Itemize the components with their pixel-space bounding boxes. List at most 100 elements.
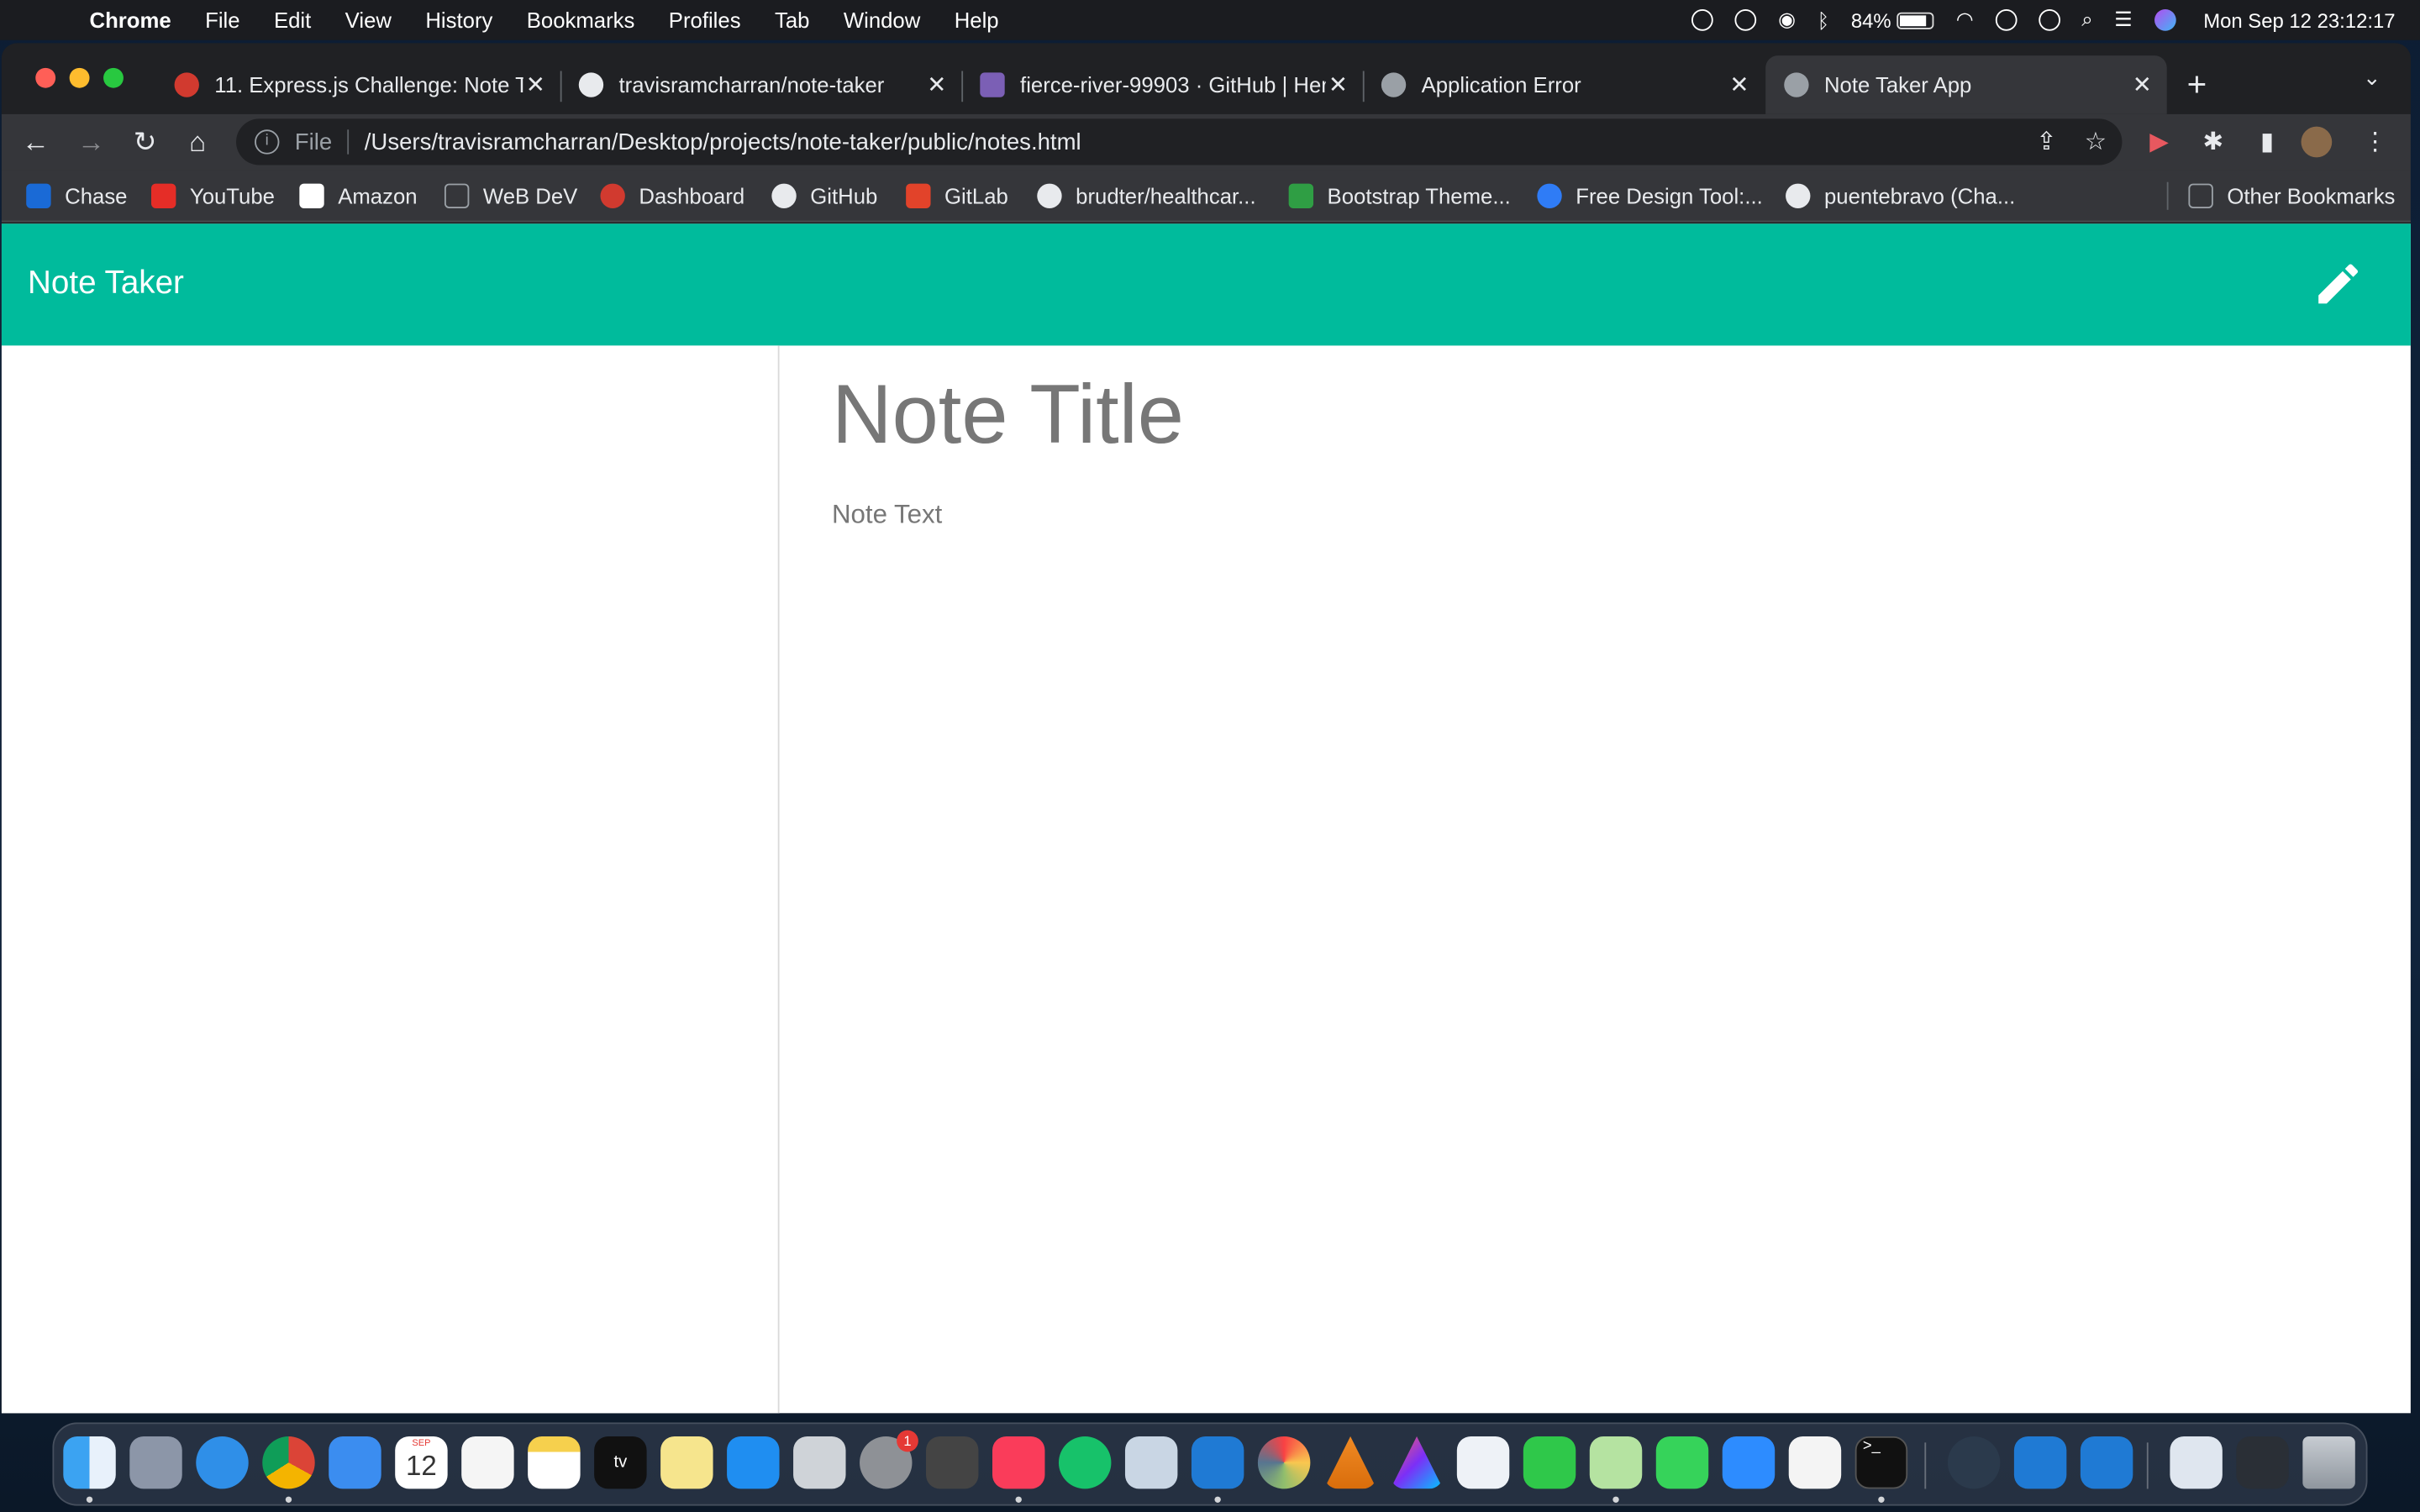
find-my-icon[interactable] xyxy=(1058,1436,1112,1489)
tab-note-taker-app[interactable]: Note Taker App ✕ xyxy=(1765,55,2167,114)
vscode-window-icon[interactable] xyxy=(2080,1436,2133,1489)
profile-avatar[interactable] xyxy=(2301,126,2333,158)
accessibility-status-icon[interactable] xyxy=(1734,9,1757,31)
screenshots-stack-icon[interactable] xyxy=(2236,1436,2289,1489)
slack-icon[interactable] xyxy=(1788,1436,1842,1489)
calculator-icon[interactable] xyxy=(793,1436,846,1489)
messages-icon[interactable] xyxy=(1655,1436,1709,1489)
bookmark-folder-web-dev[interactable]: WeB DeV xyxy=(444,183,577,208)
bookmark-github[interactable]: GitHub xyxy=(771,183,877,208)
minimize-window-button[interactable] xyxy=(69,67,90,88)
bookmark-dashboard[interactable]: Dashboard xyxy=(600,183,744,208)
extension-icon[interactable]: ▶ xyxy=(2144,127,2175,158)
menu-chrome[interactable]: Chrome xyxy=(90,8,171,32)
bookmark-youtube[interactable]: YouTube xyxy=(150,183,275,208)
close-tab-icon[interactable]: ✕ xyxy=(1727,71,1751,98)
user-status-icon[interactable] xyxy=(1995,9,2018,31)
reminders-icon[interactable] xyxy=(461,1436,514,1489)
menu-window[interactable]: Window xyxy=(844,8,920,32)
bookmark-star-icon[interactable]: ☆ xyxy=(2085,127,2107,158)
extensions-puzzle-icon[interactable]: ✱ xyxy=(2197,127,2228,158)
new-tab-icon[interactable]: + xyxy=(2187,65,2207,105)
siri-icon[interactable] xyxy=(2154,9,2176,31)
share-icon[interactable]: ⇪ xyxy=(2036,127,2057,158)
photos-icon[interactable] xyxy=(1257,1436,1311,1489)
app-store-icon[interactable] xyxy=(727,1436,780,1489)
downloads-stack-icon[interactable] xyxy=(2170,1436,2223,1489)
reload-icon[interactable]: ↻ xyxy=(127,123,164,160)
menu-history[interactable]: History xyxy=(425,8,492,32)
prism-icon[interactable] xyxy=(1390,1436,1444,1489)
trash-icon[interactable] xyxy=(2302,1436,2355,1489)
bookmark-puentebravo[interactable]: puentebravo (Cha... xyxy=(1786,183,2015,208)
bookmark-chase[interactable]: Chase xyxy=(26,183,127,208)
address-bar[interactable]: i File /Users/travisramcharran/Desktop/p… xyxy=(236,118,2123,165)
mail-icon[interactable] xyxy=(329,1436,381,1489)
tab-heroku[interactable]: fierce-river-99903 · GitHub | Heroku ✕ xyxy=(961,55,1363,114)
bookmark-amazon[interactable]: Amazon xyxy=(299,183,418,208)
vlc-icon[interactable] xyxy=(1323,1436,1377,1489)
vscode-window-icon[interactable] xyxy=(2013,1436,2067,1489)
bookmark-bootstrap-themes[interactable]: Bootstrap Theme... xyxy=(1288,183,1511,208)
new-note-pencil-icon[interactable] xyxy=(2312,258,2364,310)
bookmark-folder-other[interactable]: Other Bookmarks xyxy=(2188,183,2395,208)
notes-icon[interactable] xyxy=(528,1436,581,1489)
preview-icon[interactable] xyxy=(1124,1436,1178,1489)
close-tab-icon[interactable]: ✕ xyxy=(2130,71,2154,98)
calendar-icon[interactable]: SEP 12 xyxy=(395,1436,448,1489)
tab-github-note-taker[interactable]: travisramcharran/note-taker ✕ xyxy=(560,55,962,114)
tab-application-error[interactable]: Application Error ✕ xyxy=(1363,55,1765,114)
site-info-icon[interactable]: i xyxy=(255,129,280,155)
bookmark-free-design-tool[interactable]: Free Design Tool:... xyxy=(1537,183,1763,208)
back-arrow-icon[interactable]: ← xyxy=(17,123,54,160)
home-icon[interactable]: ⌂ xyxy=(179,123,216,160)
tab-search-chevron-icon[interactable]: ⌄ xyxy=(2363,65,2381,91)
menu-tab[interactable]: Tab xyxy=(775,8,809,32)
stickies-icon[interactable] xyxy=(660,1436,713,1489)
close-tab-icon[interactable]: ✕ xyxy=(924,71,949,98)
url-text[interactable]: /Users/travisramcharran/Desktop/projects… xyxy=(365,129,1081,155)
quicktime-icon[interactable] xyxy=(1947,1436,2001,1489)
launchpad-icon[interactable] xyxy=(129,1436,182,1489)
safari-icon[interactable] xyxy=(196,1436,249,1489)
app-brand[interactable]: Note Taker xyxy=(28,265,184,302)
menu-clock[interactable]: Mon Sep 12 23:12:17 xyxy=(2203,8,2395,32)
note-title-input[interactable]: Note Title xyxy=(832,367,1184,463)
menu-profiles[interactable]: Profiles xyxy=(669,8,741,32)
spotlight-search-icon[interactable]: ⌕ xyxy=(2081,8,2092,32)
bookmark-gitlab[interactable]: GitLab xyxy=(906,183,1008,208)
bluetooth-status-icon[interactable]: ᛒ xyxy=(1818,8,1829,32)
tab-express-challenge[interactable]: 11. Express.js Challenge: Note Taker ✕ xyxy=(156,55,560,114)
print-center-icon[interactable] xyxy=(1456,1436,1510,1489)
terminal-icon[interactable]: >_ xyxy=(1854,1436,1908,1489)
menu-help[interactable]: Help xyxy=(955,8,999,32)
zoom-icon[interactable] xyxy=(1722,1436,1776,1489)
chrome-icon[interactable] xyxy=(262,1436,315,1489)
note-text-textarea[interactable]: Note Text xyxy=(832,500,1184,531)
forward-arrow-icon[interactable]: → xyxy=(72,123,109,160)
music-icon[interactable] xyxy=(992,1436,1045,1489)
chrome-menu-icon[interactable]: ⋮ xyxy=(2360,127,2391,158)
play-status-icon[interactable] xyxy=(1691,9,1714,31)
bookmark-brudter-healthcare[interactable]: brudter/healthcar... xyxy=(1037,183,1256,208)
menu-file[interactable]: File xyxy=(205,8,239,32)
close-tab-icon[interactable]: ✕ xyxy=(1326,71,1350,98)
close-tab-icon[interactable]: ✕ xyxy=(523,71,548,98)
apple-tv-icon[interactable]: tv xyxy=(594,1436,647,1489)
maps-icon[interactable] xyxy=(1589,1436,1643,1489)
menu-view[interactable]: View xyxy=(345,8,392,32)
keychain-access-icon[interactable] xyxy=(926,1436,979,1489)
control-center-icon[interactable]: ☰ xyxy=(2114,8,2132,32)
time-machine-status-icon[interactable] xyxy=(2038,9,2060,31)
zoom-window-button[interactable] xyxy=(103,67,124,88)
close-window-button[interactable] xyxy=(35,67,56,88)
side-panel-icon[interactable]: ▮ xyxy=(2252,127,2283,158)
finder-icon[interactable] xyxy=(63,1436,116,1489)
battery-status[interactable]: 84% xyxy=(1851,8,1935,32)
wifi-status-icon[interactable]: ◠ xyxy=(1956,8,1974,32)
airdrop-status-icon[interactable]: ◉ xyxy=(1778,8,1796,32)
menu-edit[interactable]: Edit xyxy=(274,8,311,32)
menu-bookmarks[interactable]: Bookmarks xyxy=(527,8,635,32)
facetime-icon[interactable] xyxy=(1523,1436,1576,1489)
vscode-icon[interactable] xyxy=(1191,1436,1244,1489)
